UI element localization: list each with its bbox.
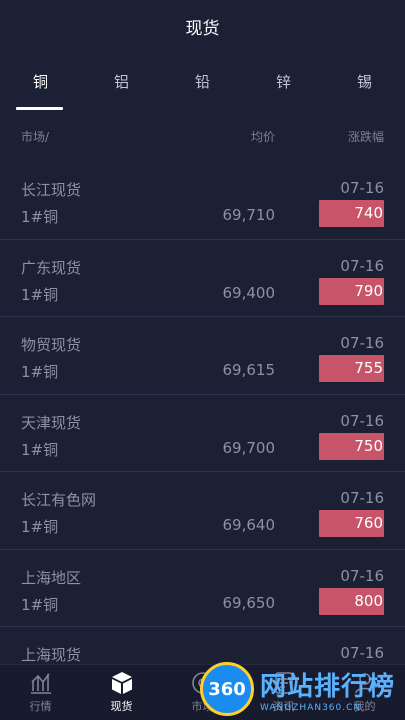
market-name: 物贸现货 [21,336,82,354]
product-name: 1#铜 [21,440,59,459]
change-badge: 750 [319,432,384,460]
tab-zinc[interactable]: 锌 [243,52,324,110]
date: 07-16 [340,566,384,585]
top-bar: 现货 [0,0,405,52]
circle-icon [191,672,214,694]
bottom-nav: 行情 现货 市场 资讯 我的 [0,664,405,720]
market-name: 广东现货 [21,258,82,277]
column-market: 市场/ [21,129,50,144]
list-item[interactable]: 物贸现货 07-16 1#铜 69,615 755 [0,317,405,395]
market-name: 上海现货 [21,646,82,664]
average-price: 69,640 [222,516,276,534]
average-price: 69,700 [222,438,276,457]
market-name: 长江有色网 [21,491,97,509]
nav-label: 行情 [29,700,52,713]
list-item[interactable]: 长江有色网 07-16 1#铜 69,640 760 [0,472,405,550]
nav-label: 资讯 [272,700,295,713]
date: 07-16 [340,411,384,430]
market-name: 上海地区 [21,568,82,587]
market-name: 天津现货 [21,413,82,432]
change-badge: 800 [319,587,384,615]
product-name: 1#铜 [21,285,59,304]
tab-lead[interactable]: 铅 [162,52,243,110]
nav-spot[interactable]: 现货 [81,665,162,720]
nav-news[interactable]: 资讯 [243,665,324,720]
change-badge: 790 [319,277,384,305]
chart-icon [30,673,51,694]
doc-icon [274,672,293,694]
tab-copper[interactable]: 铜 [0,52,81,110]
product-name: 1#铜 [21,595,59,614]
product-name: 1#铜 [21,518,59,536]
tab-aluminum[interactable]: 铝 [81,52,162,110]
change-badge: 740 [319,200,384,227]
change-badge: 760 [319,510,384,537]
column-change[interactable]: 涨跌幅 [348,128,384,145]
date: 07-16 [340,256,384,275]
nav-label: 市场 [191,700,214,713]
average-price: 69,400 [222,283,276,302]
nav-label: 我的 [353,700,376,713]
list-item[interactable]: 广东现货 07-16 1#铜 69,400 790 [0,240,405,317]
nav-label: 现货 [110,700,133,713]
list-item[interactable]: 天津现货 07-16 1#铜 69,700 750 [0,395,405,472]
metal-tabs: 铜 铝 铅 锌 锡 [0,52,405,110]
average-price: 69,710 [222,206,276,224]
price-list: 长江现货 07-16 1#铜 69,710 740 广东现货 07-16 1#铜… [0,162,405,705]
cube-icon [111,672,132,694]
date: 07-16 [340,489,384,507]
app: 现货 铜 铝 铅 锌 锡 市场/ 均价 涨跌幅 长江现货 07-16 1#铜 6… [0,0,405,720]
date: 07-16 [340,334,384,352]
average-price: 69,615 [222,361,276,379]
column-header: 市场/ 均价 涨跌幅 [0,110,405,162]
user-icon [354,673,375,694]
date: 07-16 [340,179,384,197]
nav-market[interactable]: 市场 [162,665,243,720]
product-name: 1#铜 [21,208,59,226]
tab-tin[interactable]: 锡 [324,52,405,110]
market-name: 长江现货 [21,181,82,199]
average-price: 69,650 [222,593,276,612]
date: 07-16 [340,644,384,662]
list-item[interactable]: 上海地区 07-16 1#铜 69,650 800 [0,550,405,627]
page-title: 现货 [185,18,220,39]
column-price: 均价 [250,129,275,144]
product-name: 1#铜 [21,363,59,381]
list-item[interactable]: 长江现货 07-16 1#铜 69,710 740 [0,162,405,240]
change-badge: 755 [319,355,384,382]
nav-profile[interactable]: 我的 [324,665,405,720]
nav-quotes[interactable]: 行情 [0,665,81,720]
